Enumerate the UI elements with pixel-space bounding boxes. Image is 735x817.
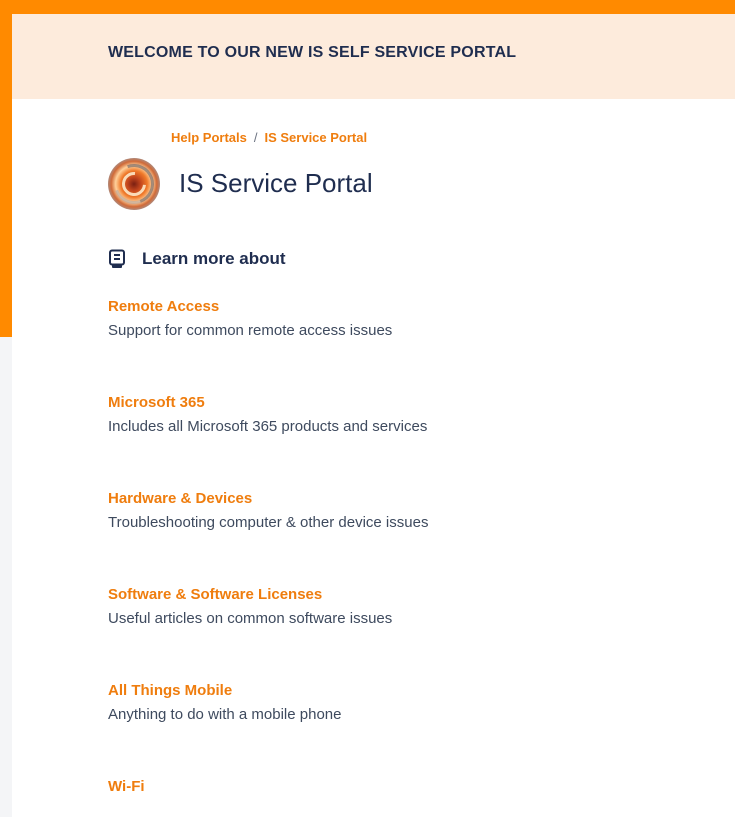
- topic-title-link[interactable]: Wi-Fi: [108, 778, 145, 796]
- portal-card: WELCOME TO OUR NEW IS SELF SERVICE PORTA…: [12, 14, 735, 817]
- topic-title-link[interactable]: Hardware & Devices: [108, 490, 428, 508]
- topic-title-link[interactable]: Microsoft 365: [108, 394, 427, 412]
- breadcrumb-is-service-portal[interactable]: IS Service Portal: [264, 130, 367, 145]
- book-icon: [109, 249, 125, 268]
- topic-software-licenses: Software & Software Licenses Useful arti…: [108, 586, 392, 628]
- topic-description: Troubleshooting computer & other device …: [108, 514, 429, 531]
- learn-more-title: Learn more about: [142, 249, 286, 268]
- swirl-logo-icon: [108, 158, 160, 210]
- topic-description: Useful articles on common software issue…: [108, 610, 393, 627]
- breadcrumb-help-portals[interactable]: Help Portals: [171, 130, 247, 145]
- topic-description: Includes all Microsoft 365 products and …: [108, 418, 428, 435]
- topic-description: Support for common remote access issues: [108, 322, 393, 339]
- banner-text: WELCOME TO OUR NEW IS SELF SERVICE PORTA…: [108, 44, 517, 61]
- learn-more-header: Learn more about: [108, 247, 286, 271]
- topic-all-things-mobile: All Things Mobile Anything to do with a …: [108, 682, 342, 724]
- page-title: IS Service Portal: [179, 168, 373, 198]
- topic-description: Anything to do with a mobile phone: [108, 706, 342, 723]
- topic-title-link[interactable]: All Things Mobile: [108, 682, 342, 700]
- welcome-banner: WELCOME TO OUR NEW IS SELF SERVICE PORTA…: [12, 14, 735, 99]
- breadcrumb: Help Portals / IS Service Portal: [171, 130, 367, 145]
- topic-hardware-devices: Hardware & Devices Troubleshooting compu…: [108, 490, 428, 532]
- topic-title-link[interactable]: Remote Access: [108, 298, 392, 316]
- topic-wi-fi: Wi-Fi: [108, 778, 145, 802]
- topic-title-link[interactable]: Software & Software Licenses: [108, 586, 392, 604]
- topic-remote-access: Remote Access Support for common remote …: [108, 298, 392, 340]
- topic-microsoft-365: Microsoft 365 Includes all Microsoft 365…: [108, 394, 427, 436]
- breadcrumb-separator: /: [253, 130, 258, 145]
